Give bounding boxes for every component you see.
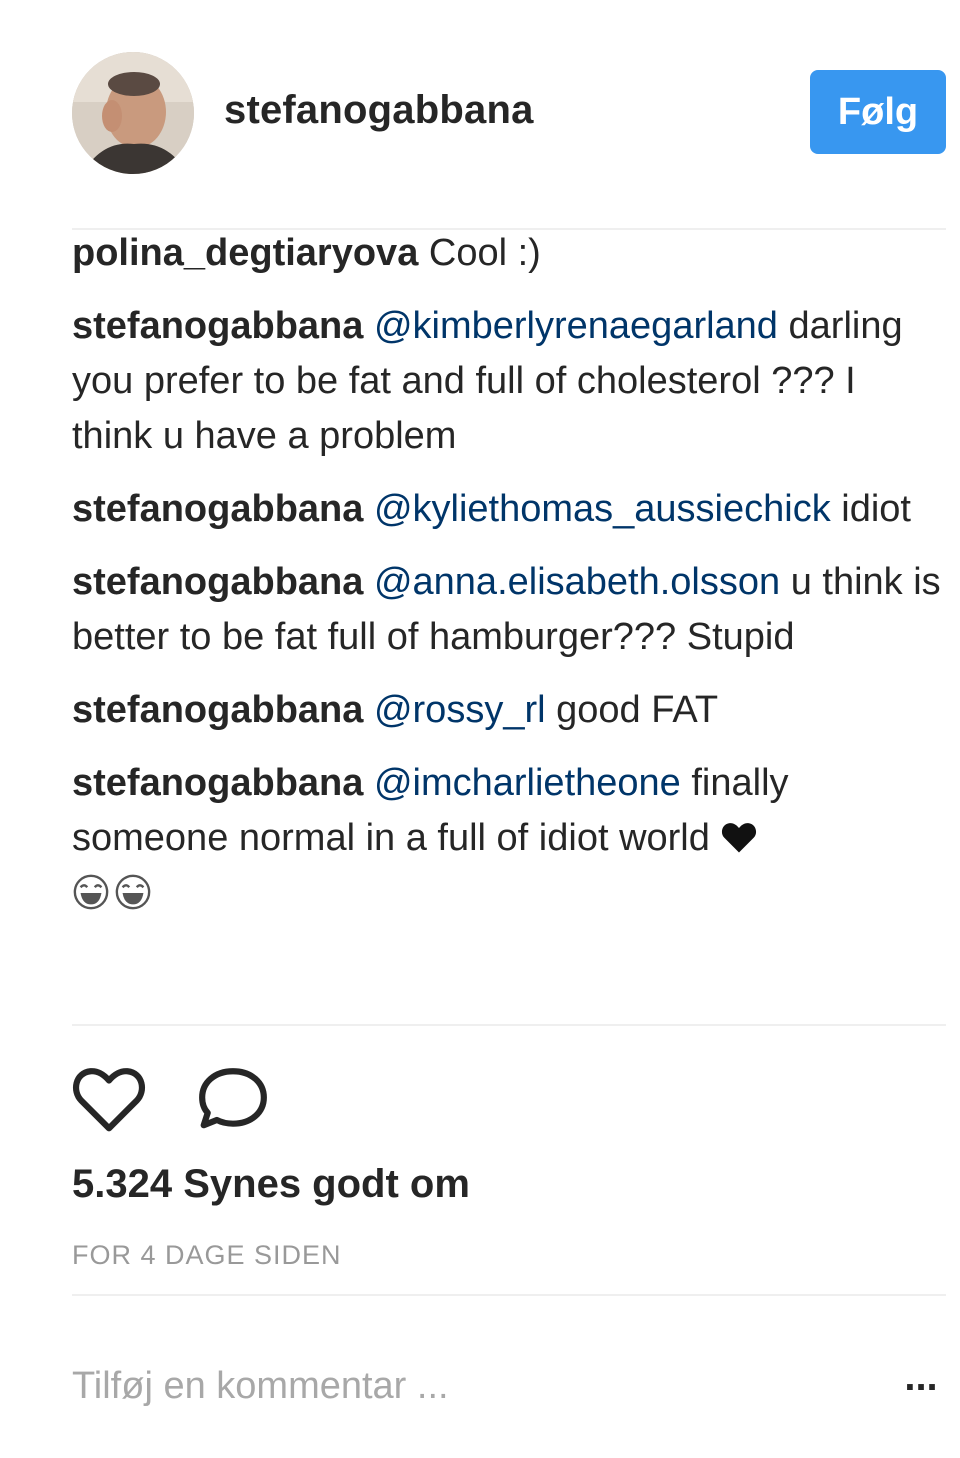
footer-divider: [72, 1294, 946, 1296]
comment-bubble-icon[interactable]: [196, 1064, 270, 1134]
comments-divider: [72, 1024, 946, 1026]
like-count[interactable]: 5.324 Synes godt om: [72, 1162, 470, 1207]
add-comment-input[interactable]: [72, 1358, 852, 1414]
comment-list: polina_degtiaryova Cool :) stefanogabban…: [72, 226, 946, 939]
comment-username[interactable]: polina_degtiaryova: [72, 232, 418, 274]
heart-outline-icon[interactable]: [72, 1064, 146, 1134]
comment-item: polina_degtiaryova Cool :): [72, 226, 946, 281]
comment-mention[interactable]: @anna.elisabeth.olsson: [374, 561, 780, 603]
post-timestamp: FOR 4 DAGE SIDEN: [72, 1240, 342, 1270]
follow-button[interactable]: Følg: [810, 70, 946, 154]
comment-item: stefanogabbana @kimberlyrenaegarland dar…: [72, 299, 946, 464]
comment-text: idiot: [841, 488, 911, 530]
post-header: stefanogabbana Følg: [0, 0, 960, 228]
avatar[interactable]: [72, 52, 194, 174]
comment-mention[interactable]: @kimberlyrenaegarland: [374, 305, 778, 347]
comment-text: good FAT: [556, 689, 719, 731]
comment-item: stefanogabbana @anna.elisabeth.olsson u …: [72, 555, 946, 665]
avatar-image: [72, 52, 194, 174]
more-options-button[interactable]: ...: [896, 1357, 946, 1408]
comment-text: Cool :): [428, 232, 541, 274]
comment-item: stefanogabbana @kyliethomas_aussiechick …: [72, 482, 946, 537]
comment-username[interactable]: stefanogabbana: [72, 488, 363, 530]
comment-username[interactable]: stefanogabbana: [72, 305, 363, 347]
comment-mention[interactable]: @imcharlietheone: [374, 762, 681, 804]
comment-username[interactable]: stefanogabbana: [72, 689, 363, 731]
laughing-emoji-icon: [115, 874, 151, 910]
laughing-emoji-icon: [73, 874, 109, 910]
comment-username[interactable]: stefanogabbana: [72, 561, 363, 603]
post-username[interactable]: stefanogabbana: [224, 88, 534, 133]
comment-item: stefanogabbana @rossy_rl good FAT: [72, 683, 946, 738]
comment-mention[interactable]: @rossy_rl: [374, 689, 546, 731]
black-heart-icon: [722, 823, 757, 853]
comment-mention[interactable]: @kyliethomas_aussiechick: [374, 488, 831, 530]
comment-item: stefanogabbana @imcharlietheone finally …: [72, 756, 946, 921]
comment-username[interactable]: stefanogabbana: [72, 762, 363, 804]
